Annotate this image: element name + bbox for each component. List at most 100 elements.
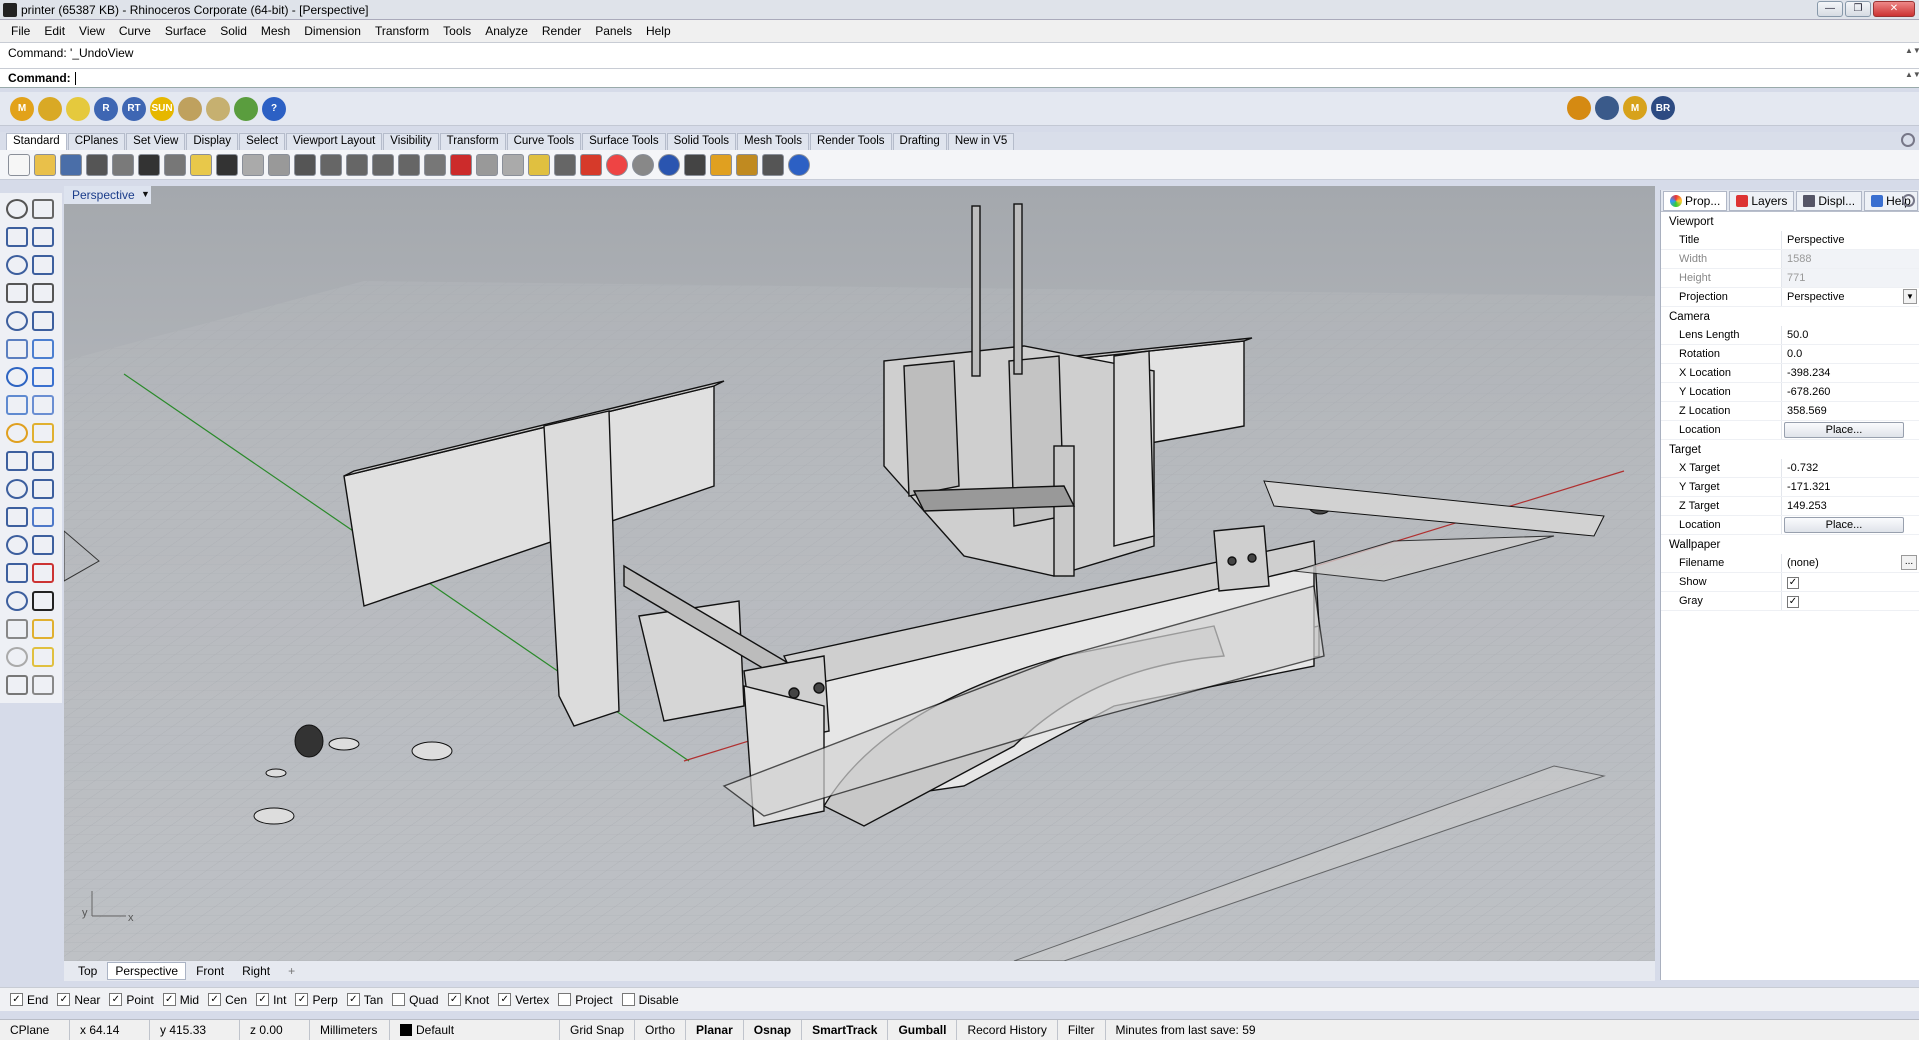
curve-icon[interactable] xyxy=(32,227,54,247)
import-icon[interactable] xyxy=(112,153,134,176)
zoom-extents-icon[interactable] xyxy=(346,153,368,176)
save-icon[interactable] xyxy=(60,153,82,176)
four-viewports-icon[interactable] xyxy=(424,153,446,176)
split-icon[interactable] xyxy=(6,451,28,471)
status-gumball[interactable]: Gumball xyxy=(888,1020,958,1040)
toolbar-tab-solid-tools[interactable]: Solid Tools xyxy=(666,133,736,150)
mesh-icon[interactable] xyxy=(6,619,28,639)
layer-icon[interactable] xyxy=(6,675,28,695)
menu-edit[interactable]: Edit xyxy=(37,24,72,38)
toolbar-tab-drafting[interactable]: Drafting xyxy=(892,133,947,150)
osnap-cen-checkbox[interactable]: ✓ xyxy=(208,993,222,1006)
text-icon[interactable] xyxy=(6,535,28,555)
osnap-knot[interactable]: ✓ Knot xyxy=(447,993,489,1007)
prop-y-location-value[interactable]: -678.260 xyxy=(1781,383,1919,401)
osnap-quad[interactable]: Quad xyxy=(392,993,439,1007)
dimension-icon[interactable] xyxy=(32,535,54,555)
new-icon[interactable] xyxy=(8,153,30,176)
status-osnap[interactable]: Osnap xyxy=(744,1020,803,1040)
osnap-project-checkbox[interactable] xyxy=(558,993,572,1006)
osnap-mid[interactable]: ✓ Mid xyxy=(162,993,199,1007)
viewport-canvas[interactable]: y x xyxy=(64,186,1655,961)
offset-icon[interactable] xyxy=(32,507,54,527)
polyline-icon[interactable] xyxy=(6,227,28,247)
menu-tools[interactable]: Tools xyxy=(436,24,478,38)
osnap-disable[interactable]: Disable xyxy=(621,993,679,1007)
toolbar-tab-new-in-v5[interactable]: New in V5 xyxy=(947,133,1015,150)
toolbar-tab-cplanes[interactable]: CPlanes xyxy=(67,133,126,150)
sun-icon[interactable]: SUN xyxy=(150,96,174,121)
status-record-history[interactable]: Record History xyxy=(957,1020,1058,1040)
dimension-icon[interactable] xyxy=(762,153,784,176)
material-icon[interactable] xyxy=(580,153,602,176)
array-icon[interactable] xyxy=(6,563,28,583)
prop-x-target-value[interactable]: -0.732 xyxy=(1781,459,1919,477)
osnap-vertex-checkbox[interactable]: ✓ xyxy=(498,993,512,1006)
check-icon[interactable] xyxy=(32,591,54,611)
lock-object-icon[interactable] xyxy=(32,647,54,667)
m-plugin-icon[interactable]: M xyxy=(10,96,34,121)
undo-view-icon[interactable] xyxy=(398,153,420,176)
solid-union-icon[interactable] xyxy=(32,367,54,387)
select-arrow-icon[interactable] xyxy=(6,199,28,219)
osnap-knot-checkbox[interactable]: ✓ xyxy=(447,993,461,1006)
group-icon[interactable] xyxy=(32,479,54,499)
tab-display[interactable]: Displ... xyxy=(1796,190,1863,211)
help-icon[interactable]: ? xyxy=(262,96,286,121)
ellipse-icon[interactable] xyxy=(6,311,28,331)
command-line[interactable]: Command: ▲▼ xyxy=(0,68,1919,88)
toolbar-tab-visibility[interactable]: Visibility xyxy=(383,133,439,150)
toolbar-tab-select[interactable]: Select xyxy=(239,133,286,150)
maximize-button[interactable]: ❐ xyxy=(1845,1,1871,17)
show-wallpaper-checkbox[interactable]: ✓ xyxy=(1787,577,1799,589)
browse-file-button[interactable]: ... xyxy=(1901,555,1917,570)
status-units[interactable]: Millimeters xyxy=(310,1020,390,1040)
command-scrollbar[interactable]: ▲▼ xyxy=(1905,46,1919,66)
menu-transform[interactable]: Transform xyxy=(368,24,436,38)
plane-icon[interactable] xyxy=(32,395,54,415)
paste-icon[interactable] xyxy=(190,153,212,176)
status-cplane[interactable]: CPlane xyxy=(0,1020,70,1040)
toolbar-tab-render-tools[interactable]: Render Tools xyxy=(809,133,892,150)
menu-dimension[interactable]: Dimension xyxy=(297,24,368,38)
osnap-vertex[interactable]: ✓ Vertex xyxy=(498,993,549,1007)
render-icon[interactable] xyxy=(684,153,706,176)
color-wheel-icon[interactable] xyxy=(606,153,628,176)
explode-icon[interactable] xyxy=(6,423,28,443)
menu-curve[interactable]: Curve xyxy=(112,24,158,38)
box-icon[interactable] xyxy=(6,367,28,387)
render-mesh-icon[interactable] xyxy=(32,619,54,639)
prop-z-location-value[interactable]: 358.569 xyxy=(1781,402,1919,420)
properties-icon[interactable] xyxy=(502,153,524,176)
prop-title-value[interactable]: Perspective xyxy=(1781,231,1919,249)
fillet-curve-icon[interactable] xyxy=(32,311,54,331)
zoom-window-icon[interactable] xyxy=(320,153,342,176)
status-layer[interactable]: Default xyxy=(390,1020,560,1040)
zoom-selected-icon[interactable] xyxy=(372,153,394,176)
menu-analyze[interactable]: Analyze xyxy=(478,24,535,38)
layer-icon[interactable] xyxy=(476,153,498,176)
tab-front[interactable]: Front xyxy=(188,962,232,980)
osnap-quad-checkbox[interactable] xyxy=(392,993,406,1006)
circle-icon[interactable] xyxy=(6,255,28,275)
toolbar-tab-curve-tools[interactable]: Curve Tools xyxy=(506,133,582,150)
options-icon[interactable] xyxy=(710,153,732,176)
toolbar-tab-transform[interactable]: Transform xyxy=(439,133,506,150)
prop-projection-select[interactable]: Perspective ▼ xyxy=(1781,288,1919,306)
status-ortho[interactable]: Ortho xyxy=(635,1020,687,1040)
osnap-project[interactable]: Project xyxy=(558,993,613,1007)
tab-top[interactable]: Top xyxy=(70,962,105,980)
add-viewport-tab-icon[interactable]: + xyxy=(280,962,303,980)
osnap-near-checkbox[interactable]: ✓ xyxy=(57,993,71,1006)
viewport-title[interactable]: Perspective xyxy=(64,186,151,204)
command-input[interactable] xyxy=(74,71,76,85)
osnap-perp-checkbox[interactable]: ✓ xyxy=(295,993,309,1006)
osnap-cen[interactable]: ✓ Cen xyxy=(208,993,247,1007)
point-icon[interactable] xyxy=(32,199,54,219)
menu-help[interactable]: Help xyxy=(639,24,678,38)
toolbar-tab-mesh-tools[interactable]: Mesh Tools xyxy=(737,133,809,150)
trim-icon[interactable] xyxy=(32,423,54,443)
boolean-icon[interactable] xyxy=(6,479,28,499)
prop-z-target-value[interactable]: 149.253 xyxy=(1781,497,1919,515)
prop-lens-value[interactable]: 50.0 xyxy=(1781,326,1919,344)
